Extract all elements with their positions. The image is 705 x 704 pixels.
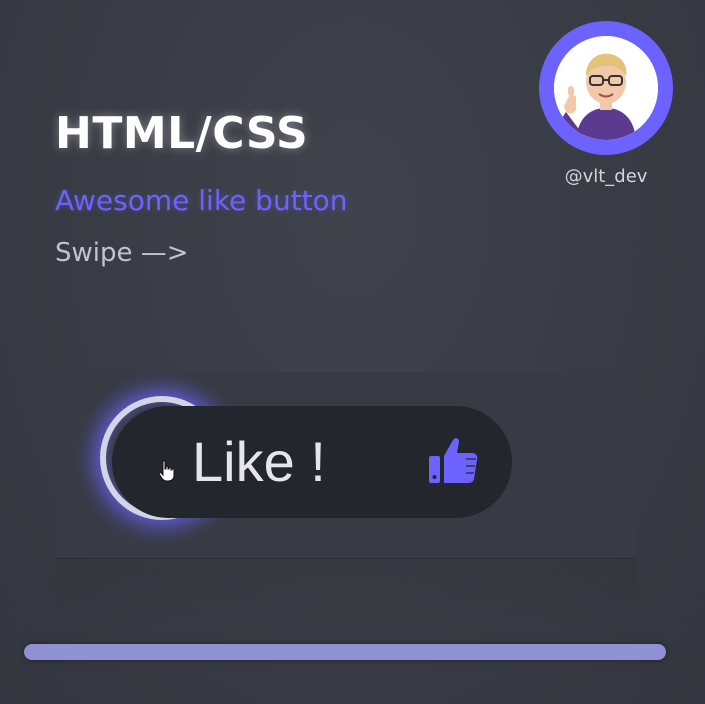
thumbs-up-icon [426,432,482,488]
swipe-hint: Swipe —> [55,238,189,268]
like-button-label: Like ! [192,430,326,493]
author-handle: @vlt_dev [564,166,648,187]
story-progress-bar [24,644,666,660]
hand-pointer-icon [158,460,176,482]
demo-reflection [55,560,637,630]
page-title: HTML/CSS [55,108,309,159]
page-subtitle: Awesome like button [55,184,348,217]
like-button[interactable]: Like ! [112,406,512,518]
author-avatar [539,21,673,155]
memoji-avatar-icon [554,36,658,140]
story-progress-fill [24,644,666,660]
